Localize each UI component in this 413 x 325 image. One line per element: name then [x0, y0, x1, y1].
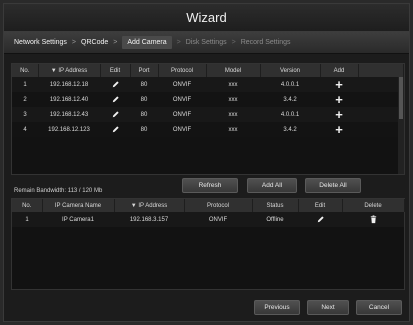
cell-model: xxx: [206, 92, 260, 107]
breadcrumb-separator: >: [71, 39, 77, 46]
table-header-row: No. IP Camera Name ▼ IP Address Protocol…: [12, 199, 405, 212]
cell-no: 3: [12, 107, 38, 122]
breadcrumb-separator: >: [231, 39, 236, 46]
table-row[interactable]: 1 IP Camera1 192.168.3.157 ONVIF Offline: [12, 212, 404, 227]
cell-model: xxx: [206, 122, 260, 137]
wizard-window: Wizard Network Settings > QRCode > Add C…: [3, 3, 410, 322]
table-row[interactable]: 2 192.168.12.40 80 ONVIF xxx 3.4.2 +: [12, 92, 404, 107]
column-header-ip-address[interactable]: ▼ IP Address: [38, 64, 101, 77]
pencil-icon[interactable]: [111, 80, 120, 89]
cell-port: 80: [130, 77, 158, 92]
column-header-camera-name[interactable]: IP Camera Name: [42, 199, 115, 212]
cell-port: 80: [130, 122, 158, 137]
cell-no: 4: [12, 122, 38, 137]
next-button[interactable]: Next: [307, 300, 349, 315]
cell-no: 2: [12, 92, 38, 107]
table-row[interactable]: 3 192.168.12.43 80 ONVIF xxx 4.0.0.1 +: [12, 107, 404, 122]
cell-version: 3.4.2: [260, 122, 320, 137]
cell-status: Offline: [252, 212, 298, 227]
cell-protocol: ONVIF: [184, 212, 252, 227]
column-header-edit[interactable]: Edit: [100, 64, 131, 77]
plus-icon[interactable]: +: [335, 92, 343, 107]
scrollbar[interactable]: [398, 77, 404, 174]
table-row[interactable]: 1 192.168.12.18 80 ONVIF xxx 4.0.0.1 +: [12, 77, 404, 92]
previous-button[interactable]: Previous: [254, 300, 300, 315]
cell-version: 4.0.0.1: [260, 77, 320, 92]
pencil-icon[interactable]: [111, 95, 120, 104]
pencil-icon[interactable]: [111, 110, 120, 119]
refresh-button[interactable]: Refresh: [182, 178, 238, 193]
plus-icon[interactable]: +: [335, 107, 343, 122]
cell-no: 1: [12, 77, 38, 92]
add-all-button[interactable]: Add All: [247, 178, 297, 193]
column-header-no[interactable]: No.: [12, 64, 39, 77]
column-header-delete[interactable]: Delete: [342, 199, 405, 212]
breadcrumb: Network Settings > QRCode > Add Camera >…: [4, 32, 409, 54]
cell-camera-name: IP Camera1: [42, 212, 114, 227]
column-header-edit[interactable]: Edit: [298, 199, 343, 212]
trash-icon[interactable]: [369, 215, 378, 224]
column-header-protocol[interactable]: Protocol: [158, 64, 207, 77]
breadcrumb-separator: >: [113, 39, 118, 46]
search-results-panel: No. ▼ IP Address Edit Port Protocol Mode…: [11, 63, 405, 175]
column-header-port[interactable]: Port: [130, 64, 159, 77]
cell-ip: 192.168.12.123: [38, 122, 100, 137]
cell-ip: 192.168.12.40: [38, 92, 100, 107]
search-results-table: No. ▼ IP Address Edit Port Protocol Mode…: [12, 64, 404, 137]
window-title: Wizard: [4, 4, 409, 32]
delete-all-button[interactable]: Delete All: [305, 178, 361, 193]
cell-port: 80: [130, 92, 158, 107]
cell-model: xxx: [206, 77, 260, 92]
added-cameras-table: No. IP Camera Name ▼ IP Address Protocol…: [12, 199, 405, 227]
cell-ip: 192.168.3.157: [114, 212, 184, 227]
pencil-icon[interactable]: [111, 125, 120, 134]
cell-protocol: ONVIF: [158, 77, 206, 92]
cell-version: 3.4.2: [260, 92, 320, 107]
cell-protocol: ONVIF: [158, 92, 206, 107]
pencil-icon[interactable]: [316, 215, 325, 224]
cancel-button[interactable]: Cancel: [356, 300, 402, 315]
column-header-version[interactable]: Version: [260, 64, 321, 77]
cell-no: 1: [12, 212, 42, 227]
crumb-network-settings[interactable]: Network Settings: [14, 39, 67, 46]
column-header-protocol[interactable]: Protocol: [184, 199, 253, 212]
breadcrumb-separator: >: [176, 39, 181, 46]
cell-version: 4.0.0.1: [260, 107, 320, 122]
crumb-add-camera[interactable]: Add Camera: [122, 36, 172, 49]
column-header-no[interactable]: No.: [12, 199, 43, 212]
cell-ip: 192.168.12.43: [38, 107, 100, 122]
crumb-record-settings: Record Settings: [240, 39, 291, 46]
column-header-status[interactable]: Status: [252, 199, 299, 212]
crumb-disk-settings: Disk Settings: [185, 39, 227, 46]
cell-ip: 192.168.12.18: [38, 77, 100, 92]
added-cameras-panel: No. IP Camera Name ▼ IP Address Protocol…: [11, 198, 405, 290]
column-header-model[interactable]: Model: [206, 64, 261, 77]
cell-protocol: ONVIF: [158, 122, 206, 137]
table-row[interactable]: 4 192.168.12.123 80 ONVIF xxx 3.4.2 +: [12, 122, 404, 137]
cell-model: xxx: [206, 107, 260, 122]
crumb-qrcode[interactable]: QRCode: [81, 39, 108, 46]
cell-protocol: ONVIF: [158, 107, 206, 122]
column-header-ip-address[interactable]: ▼ IP Address: [114, 199, 185, 212]
table-header-row: No. ▼ IP Address Edit Port Protocol Mode…: [12, 64, 404, 77]
remain-bandwidth-text: Remain Bandwidth: 113 / 120 Mb: [14, 188, 103, 194]
scrollbar-thumb[interactable]: [399, 77, 403, 119]
plus-icon[interactable]: +: [335, 122, 343, 137]
cell-port: 80: [130, 107, 158, 122]
plus-icon[interactable]: +: [335, 77, 343, 92]
column-header-add[interactable]: Add: [320, 64, 359, 77]
